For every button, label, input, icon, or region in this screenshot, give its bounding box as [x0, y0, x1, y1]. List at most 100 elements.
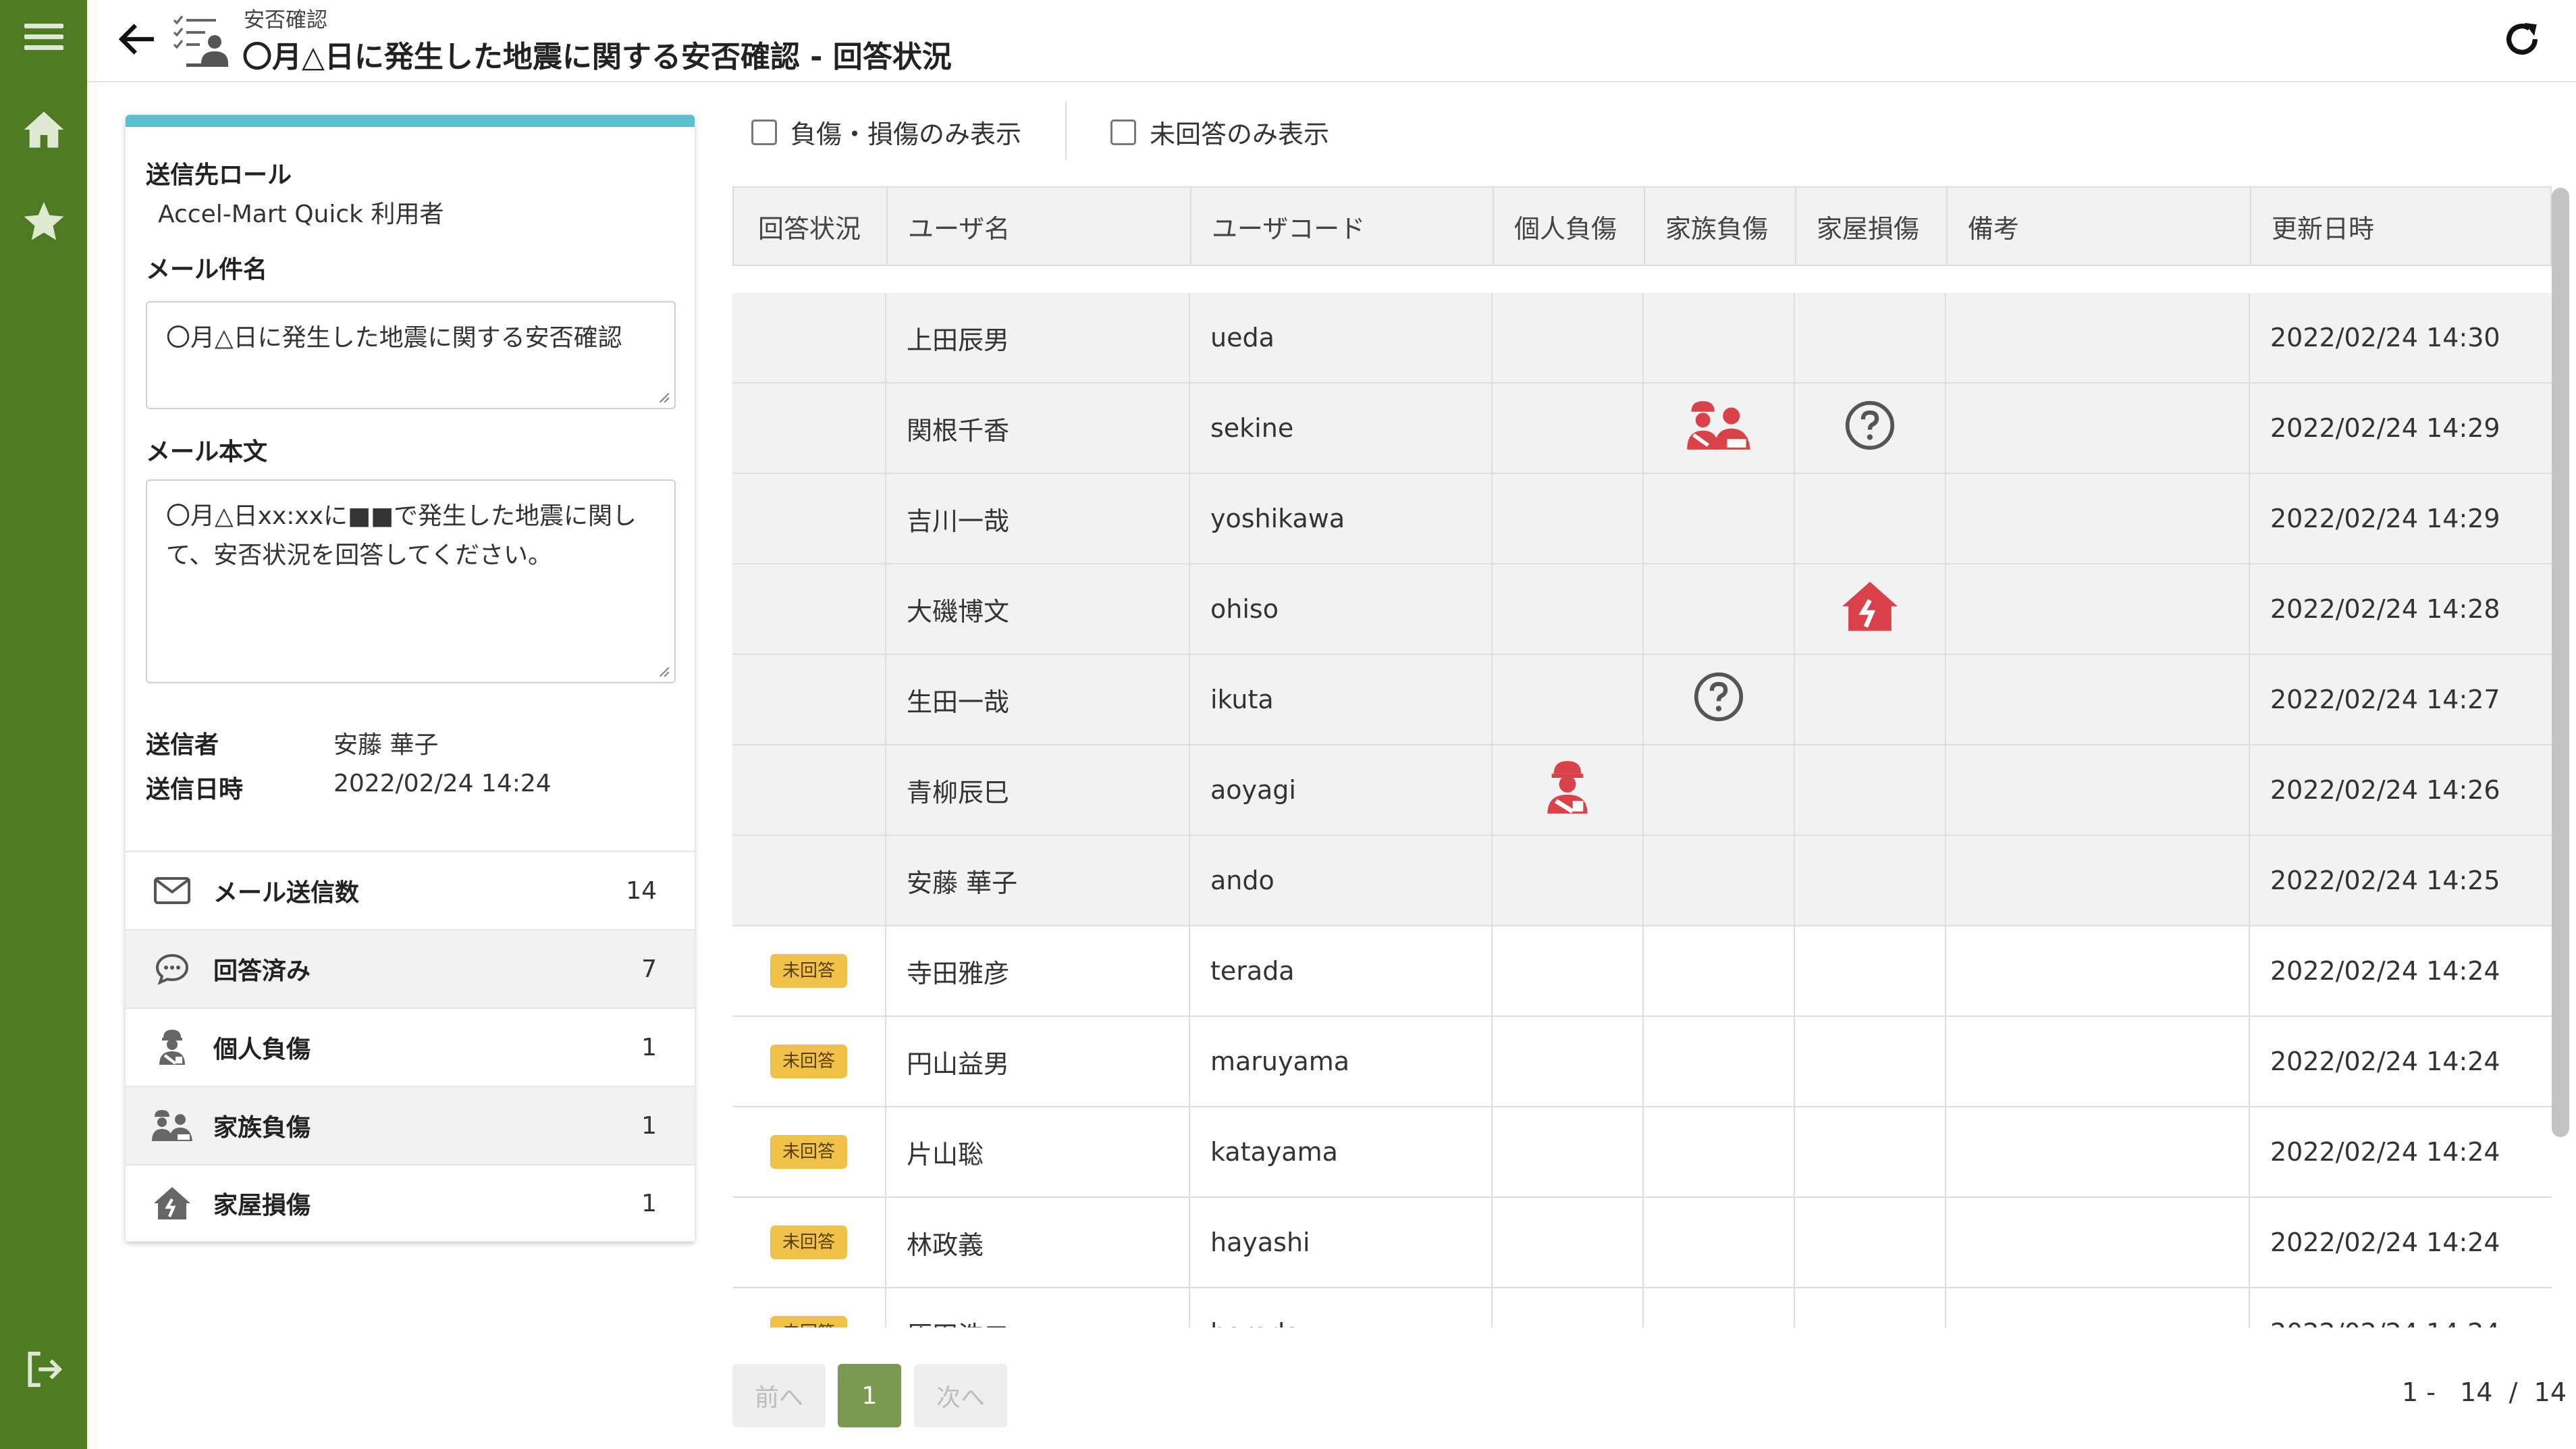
col-family-injury[interactable]: 家族負傷	[1644, 188, 1795, 265]
table-row[interactable]: 生田一哉 ikuta 2022/02/24 14:27	[732, 655, 2552, 745]
cell-username-text: 片山聡	[907, 1139, 984, 1169]
cell-updated-text: 2022/02/24 14:24	[2270, 1318, 2500, 1327]
col-personal-injury[interactable]: 個人負傷	[1493, 188, 1644, 265]
filter-injury-only[interactable]: 負傷・損傷のみ表示	[751, 113, 1021, 151]
stat-count: 14	[626, 876, 657, 905]
table-row[interactable]: 大磯博文 ohiso 2022/02/24 14:28	[732, 564, 2552, 655]
cell-family-injury	[1642, 384, 1794, 473]
subject-textarea[interactable]: 〇月△日に発生した地震に関する安否確認	[146, 301, 676, 409]
safety-check-icon	[171, 15, 228, 69]
col-updated[interactable]: 更新日時	[2250, 188, 2552, 265]
scrollbar-thumb[interactable]	[2552, 188, 2569, 1137]
table-row[interactable]: 青柳辰巳 aoyagi 2022/02/24 14:26	[732, 745, 2552, 836]
table-row[interactable]: 未回答 林政義 hayashi 2022/02/24 14:24	[732, 1198, 2552, 1288]
refresh-button[interactable]	[2495, 14, 2549, 68]
col-username[interactable]: ユーザ名	[886, 188, 1190, 265]
cell-family-injury	[1642, 564, 1794, 654]
cell-usercode: ando	[1189, 836, 1491, 925]
cell-updated-text: 2022/02/24 14:24	[2270, 1047, 2500, 1076]
stat-answered[interactable]: 回答済み 7	[126, 929, 695, 1007]
table-row[interactable]: 関根千香 sekine 2022/02/24 14:29	[732, 384, 2552, 474]
logout-icon[interactable]	[0, 1336, 87, 1403]
breadcrumb[interactable]: 安否確認	[244, 3, 327, 33]
table-row[interactable]: 安藤 華子 ando 2022/02/24 14:25	[732, 836, 2552, 926]
table-row[interactable]: 未回答 円山益男 maruyama 2022/02/24 14:24	[732, 1017, 2552, 1107]
cell-family-injury	[1642, 1288, 1794, 1327]
table-row[interactable]: 吉川一哉 yoshikawa 2022/02/24 14:29	[732, 474, 2552, 564]
unanswered-only-checkbox[interactable]	[1110, 119, 1136, 145]
resize-handle-icon[interactable]	[655, 389, 670, 404]
unanswered-badge: 未回答	[770, 1226, 847, 1259]
cell-username-text: 青柳辰巳	[907, 777, 1010, 808]
injured-family-icon	[1685, 399, 1752, 458]
col-status[interactable]: 回答状況	[734, 188, 886, 265]
next-page-button[interactable]: 次へ	[914, 1364, 1007, 1427]
cell-house-damage	[1794, 1107, 1945, 1196]
cell-status: 未回答	[732, 1017, 885, 1106]
cell-username: 片山聡	[885, 1107, 1189, 1196]
col-usercode[interactable]: ユーザコード	[1190, 188, 1493, 265]
table-row[interactable]: 未回答 片山聡 katayama 2022/02/24 14:24	[732, 1107, 2552, 1198]
cell-usercode-text: ohiso	[1210, 594, 1279, 624]
stat-personal-injury[interactable]: 個人負傷 1	[126, 1007, 695, 1086]
cell-personal-injury	[1491, 926, 1642, 1016]
cell-usercode-text: aoyagi	[1210, 775, 1296, 805]
cell-updated: 2022/02/24 14:28	[2249, 564, 2550, 654]
cell-house-damage	[1794, 1017, 1945, 1106]
stat-mail-sent[interactable]: メール送信数 14	[126, 851, 695, 929]
stat-house-damage[interactable]: 家屋損傷 1	[126, 1164, 695, 1242]
unknown-icon	[1844, 400, 1896, 457]
cell-personal-injury	[1491, 474, 1642, 563]
cell-username-text: 円山益男	[907, 1049, 1010, 1079]
damaged-house-icon	[1840, 579, 1900, 639]
cell-usercode-text: ando	[1210, 866, 1274, 895]
cell-family-injury	[1642, 745, 1794, 835]
cell-family-injury	[1642, 1198, 1794, 1287]
cell-updated: 2022/02/24 14:25	[2249, 836, 2550, 925]
star-icon[interactable]	[0, 188, 87, 255]
home-icon[interactable]	[0, 96, 87, 163]
cell-personal-injury	[1491, 1288, 1642, 1327]
stat-count: 1	[641, 1033, 657, 1061]
back-button[interactable]	[111, 15, 163, 66]
page-button-current[interactable]: 1	[838, 1364, 901, 1427]
cell-status: 未回答	[732, 1288, 885, 1327]
cell-personal-injury	[1491, 1198, 1642, 1287]
prev-page-button[interactable]: 前へ	[732, 1364, 826, 1427]
unanswered-badge: 未回答	[770, 1316, 847, 1327]
table-row[interactable]: 未回答 寺田雅彦 terada 2022/02/24 14:24	[732, 926, 2552, 1017]
cell-usercode: terada	[1189, 926, 1491, 1016]
stat-label: メール送信数	[213, 879, 360, 907]
role-value: Accel-Mart Quick 利用者	[158, 201, 444, 228]
cell-username-text: 林政義	[907, 1230, 984, 1260]
cell-note	[1945, 293, 2249, 382]
cell-usercode: ueda	[1189, 293, 1491, 382]
cell-usercode: aoyagi	[1189, 745, 1491, 835]
resize-handle-icon[interactable]	[655, 663, 670, 678]
unanswered-badge: 未回答	[770, 1135, 847, 1169]
menu-icon[interactable]	[0, 3, 87, 70]
cell-family-injury	[1642, 1107, 1794, 1196]
injury-only-checkbox[interactable]	[751, 119, 777, 145]
cell-username: 上田辰男	[885, 293, 1189, 382]
col-note[interactable]: 備考	[1946, 188, 2250, 265]
table-row[interactable]: 未回答 原田浩二 harada 2022/02/24 14:24	[732, 1288, 2552, 1327]
body-textarea[interactable]: 〇月△日xx:xxに■■で発生した地震に関し て、安否状況を回答してください。	[146, 479, 676, 683]
body-label: メール本文	[146, 438, 268, 466]
col-house-damage[interactable]: 家屋損傷	[1795, 188, 1946, 265]
cell-note	[1945, 1107, 2249, 1196]
arrow-left-icon	[118, 22, 156, 59]
cell-updated-text: 2022/02/24 14:24	[2270, 956, 2500, 986]
table-row[interactable]: 上田辰男 ueda 2022/02/24 14:30	[732, 293, 2552, 384]
cell-house-damage	[1794, 1198, 1945, 1287]
unanswered-badge: 未回答	[770, 1045, 847, 1078]
stat-family-injury[interactable]: 家族負傷 1	[126, 1086, 695, 1164]
filter-unanswered-only[interactable]: 未回答のみ表示	[1110, 113, 1329, 151]
cell-status	[732, 384, 885, 473]
stat-label: 個人負傷	[213, 1036, 311, 1063]
cell-updated: 2022/02/24 14:24	[2249, 926, 2550, 1016]
cell-usercode-text: katayama	[1210, 1137, 1338, 1167]
cell-note	[1945, 564, 2249, 654]
cell-updated: 2022/02/24 14:27	[2249, 655, 2550, 744]
cell-usercode-text: sekine	[1210, 413, 1294, 443]
